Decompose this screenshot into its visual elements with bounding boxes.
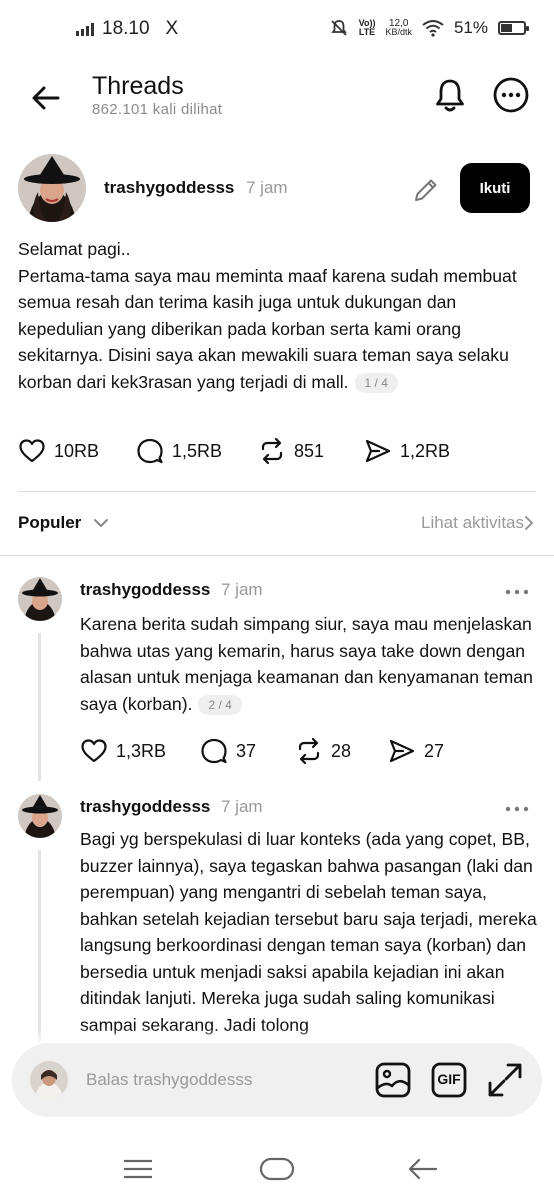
pencil-icon (415, 179, 437, 201)
reply-item: trashygoddesss 7 jam Bagi yg berspekulas… (0, 792, 554, 1052)
comment-button[interactable]: 1,5RB (136, 437, 222, 465)
sort-dropdown[interactable]: Populer (18, 513, 81, 533)
avatar[interactable] (18, 794, 62, 838)
reply-time: 7 jam (221, 580, 263, 599)
attach-image-button[interactable] (374, 1061, 412, 1099)
comment-button[interactable]: 37 (200, 737, 256, 765)
reply-input[interactable] (86, 1065, 356, 1095)
recent-apps-button[interactable] (118, 1154, 158, 1184)
post-text: Selamat pagi.. Pertama-tama saya mau mem… (18, 239, 517, 392)
home-button[interactable] (257, 1154, 297, 1184)
signal-icon (76, 22, 94, 36)
chevron-right-icon (525, 516, 533, 530)
wifi-icon (422, 20, 444, 37)
repost-count: 851 (294, 440, 325, 461)
share-button[interactable]: 1,2RB (364, 437, 450, 465)
status-bar: 18.10 X Vo)) LTE 12,0 KB/dtk 51% (0, 0, 554, 58)
send-icon (365, 439, 391, 463)
expand-button[interactable] (486, 1061, 524, 1099)
more-horizontal-icon (493, 77, 529, 113)
back-icon (408, 1158, 438, 1180)
repost-button[interactable]: 28 (295, 737, 351, 765)
view-count: 862.101 kali dilihat (92, 101, 223, 118)
thread-line (38, 850, 41, 1050)
more-horizontal-icon[interactable] (504, 804, 530, 814)
page-title: Threads (92, 72, 184, 100)
heart-icon (19, 439, 45, 463)
sort-row: Populer Lihat aktivitas (0, 506, 554, 540)
reply-text: Bagi yg berspekulasi di luar konteks (ad… (80, 829, 537, 1035)
post-body: Selamat pagi.. Pertama-tama saya mau mem… (18, 236, 538, 395)
avatar (30, 1061, 68, 1099)
repost-button[interactable]: 851 (258, 437, 324, 465)
post-time: 7 jam (246, 178, 288, 197)
battery-icon (498, 21, 529, 35)
thread-pager: 1 / 4 (354, 372, 398, 393)
post-actions: 10RB 1,5RB 851 1,2RB (18, 437, 518, 471)
heart-icon (81, 739, 107, 763)
reply-text: Karena berita sudah simpang siur, saya m… (80, 614, 533, 714)
expand-icon (488, 1063, 522, 1097)
menu-icon (124, 1159, 152, 1179)
home-icon (259, 1157, 295, 1181)
like-button[interactable]: 10RB (18, 437, 99, 465)
arrow-left-icon (32, 86, 60, 110)
clock: 18.10 (102, 18, 150, 39)
post-username[interactable]: trashygoddesss (104, 178, 234, 198)
lte-indicator: Vo)) LTE (358, 18, 376, 37)
more-options-button[interactable] (491, 75, 531, 115)
repost-icon (298, 737, 320, 765)
divider (18, 491, 536, 492)
like-count: 10RB (54, 440, 100, 461)
chevron-down-icon[interactable] (92, 514, 110, 532)
share-button[interactable]: 27 (388, 737, 444, 765)
mute-icon (330, 20, 347, 36)
image-icon (375, 1062, 411, 1098)
post-header: trashygoddesss 7 jam Ikuti (0, 150, 554, 230)
system-navigation-bar (0, 1140, 554, 1200)
divider (0, 555, 554, 556)
thread-pager: 2 / 4 (198, 694, 242, 715)
repost-count: 28 (331, 740, 352, 761)
view-activity-link[interactable]: Lihat aktivitas (421, 513, 524, 533)
system-back-button[interactable] (402, 1154, 442, 1184)
gif-button[interactable]: GIF (430, 1061, 468, 1099)
comment-count: 1,5RB (172, 440, 223, 461)
thread-line (38, 633, 41, 781)
avatar[interactable] (18, 154, 86, 222)
repost-icon (261, 437, 283, 465)
send-icon (389, 739, 415, 763)
reply-time: 7 jam (221, 797, 263, 816)
like-button[interactable]: 1,3RB (80, 737, 166, 765)
reply-body: Karena berita sudah simpang siur, saya m… (80, 611, 542, 717)
app-header: Threads 862.101 kali dilihat (0, 58, 554, 138)
comment-count: 37 (236, 740, 257, 761)
comment-icon (201, 738, 227, 764)
edit-button[interactable] (410, 174, 442, 206)
notifications-button[interactable] (430, 75, 470, 115)
bell-icon (436, 79, 464, 112)
share-count: 27 (424, 740, 445, 761)
avatar[interactable] (18, 577, 62, 621)
follow-button[interactable]: Ikuti (460, 163, 530, 213)
network-speed: 12,0 KB/dtk (385, 18, 412, 37)
reply-composer[interactable]: GIF (12, 1043, 542, 1117)
battery-percent: 51% (453, 18, 488, 37)
x-app-icon: X (165, 18, 179, 39)
reply-actions: 1,3RB 37 28 27 (80, 737, 500, 771)
like-count: 1,3RB (116, 740, 167, 761)
reply-item: trashygoddesss 7 jam Karena berita sudah… (0, 575, 554, 785)
gif-label: GIF (437, 1071, 461, 1087)
share-count: 1,2RB (400, 440, 451, 461)
back-button[interactable] (26, 78, 66, 118)
comment-icon (137, 438, 163, 464)
reply-username[interactable]: trashygoddesss (80, 797, 210, 817)
more-horizontal-icon[interactable] (504, 587, 530, 597)
reply-username[interactable]: trashygoddesss (80, 580, 210, 600)
